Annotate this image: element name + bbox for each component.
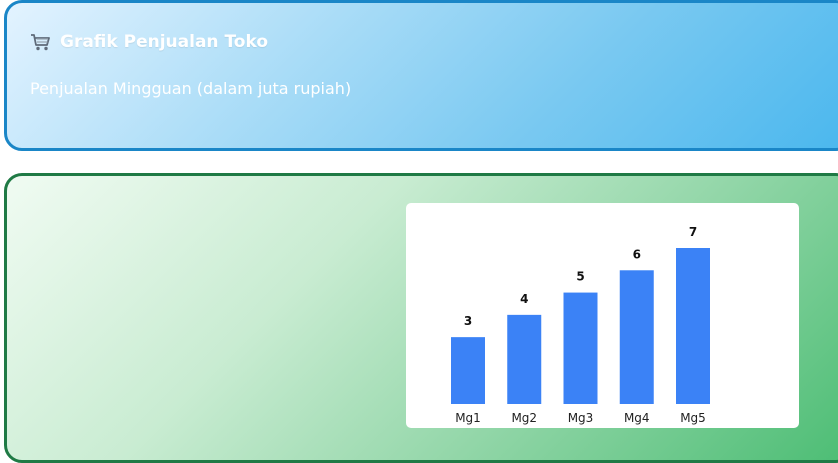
data-label-Mg5: 7 [689, 225, 697, 239]
page-title: Grafik Penjualan Toko [30, 32, 268, 52]
x-tick-label-Mg5: Mg5 [680, 411, 706, 425]
data-label-Mg3: 5 [576, 270, 584, 284]
bar-chart: 3 Mg1 4 Mg2 5 Mg3 6 Mg4 7 Mg5 [451, 225, 710, 425]
x-tick-label-Mg3: Mg3 [568, 411, 594, 425]
bar-Mg3 [563, 292, 598, 404]
shopping-cart-icon [30, 32, 52, 52]
page-title-text: Grafik Penjualan Toko [60, 32, 268, 52]
bar-Mg2 [507, 314, 542, 404]
data-label-Mg4: 6 [633, 247, 641, 261]
x-tick-label-Mg4: Mg4 [624, 411, 650, 425]
chart-panel: 3 Mg1 4 Mg2 5 Mg3 6 Mg4 7 Mg5 [406, 203, 799, 428]
page-subtitle: Penjualan Mingguan (dalam juta rupiah) [30, 79, 352, 98]
bar-Mg5 [676, 248, 710, 404]
bar-Mg1 [451, 337, 485, 404]
header-card [4, 0, 838, 151]
bar-Mg4 [619, 270, 654, 404]
data-label-Mg2: 4 [520, 292, 528, 306]
x-tick-label-Mg2: Mg2 [511, 411, 537, 425]
x-tick-label-Mg1: Mg1 [455, 411, 481, 425]
data-label-Mg1: 3 [464, 314, 472, 328]
